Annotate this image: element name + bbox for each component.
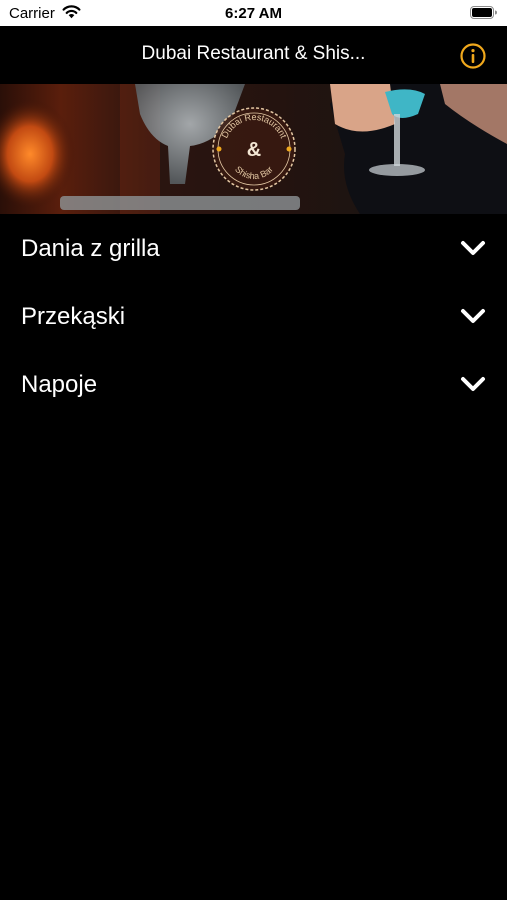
logo-ampersand: & [247,139,261,161]
banner-image: Dubai Restaurant & Shisha Bar [0,84,507,214]
chevron-down-icon [461,309,485,323]
category-row-snacks[interactable]: Przekąski [0,282,507,350]
category-label: Dania z grilla [21,235,160,262]
info-circle-icon[interactable] [459,42,487,70]
category-label: Przekąski [21,303,126,330]
category-label: Napoje [21,371,98,398]
chevron-down-icon [461,377,485,391]
restaurant-logo: Dubai Restaurant & Shisha Bar [212,107,296,191]
chevron-down-icon [461,241,485,255]
category-row-drinks[interactable]: Napoje [0,350,507,418]
status-bar: Carrier 6:27 AM [0,0,507,26]
page-title: Dubai Restaurant & Shis... [141,43,366,64]
category-row-grill[interactable]: Dania z grilla [0,214,507,282]
menu-category-list: Dania z grilla Przekąski Napoje [0,214,507,418]
status-time: 6:27 AM [225,5,282,22]
battery-icon [470,6,497,19]
navigation-bar: Dubai Restaurant & Shis... [0,26,507,84]
